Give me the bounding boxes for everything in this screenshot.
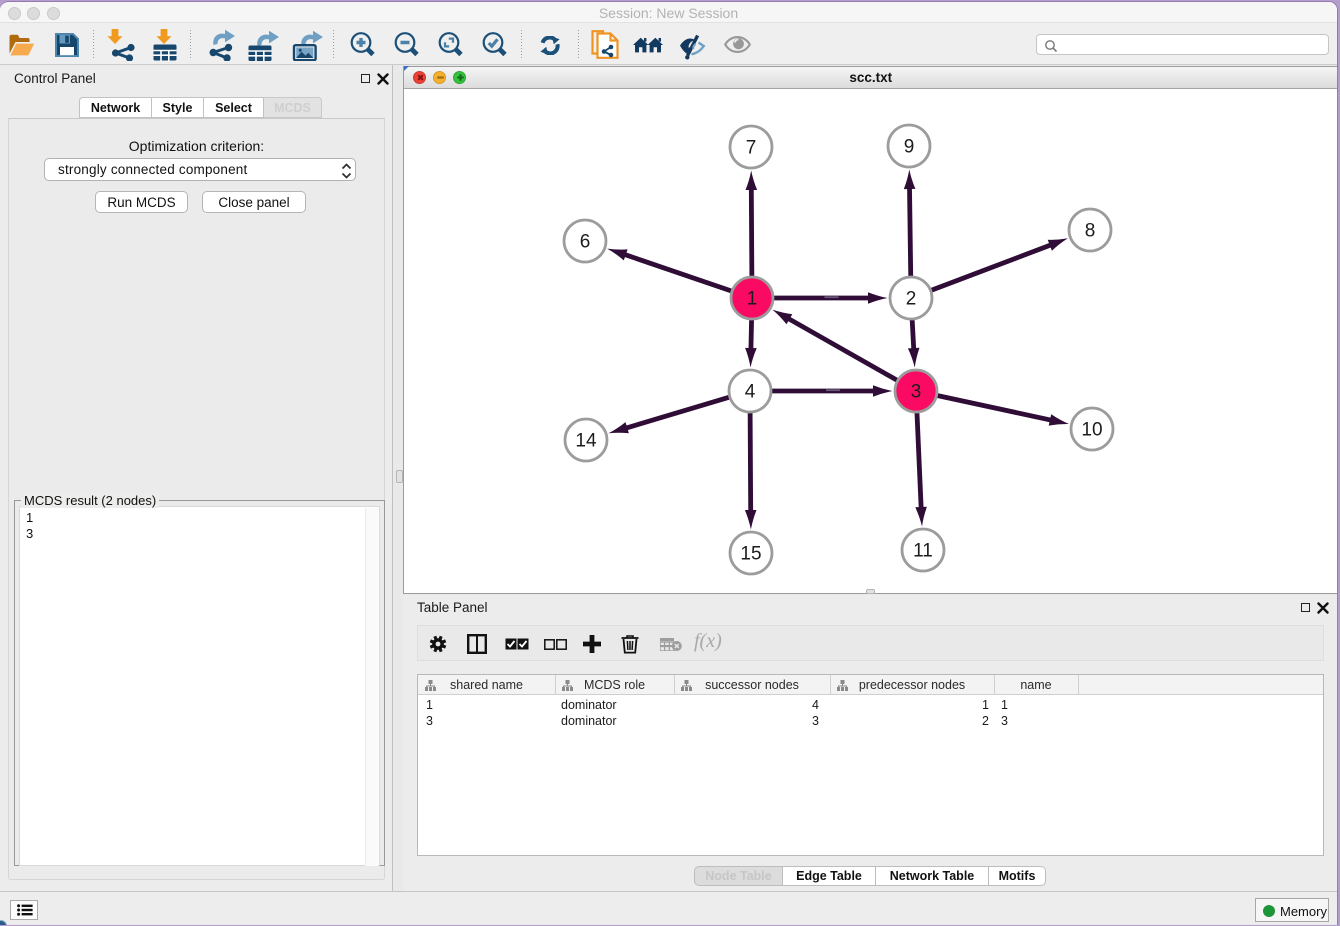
svg-text:4: 4: [745, 381, 756, 402]
svg-text:8: 8: [1085, 220, 1096, 241]
svg-text:14: 14: [575, 430, 597, 451]
svg-text:3: 3: [911, 381, 922, 402]
svg-text:10: 10: [1081, 419, 1102, 440]
svg-text:6: 6: [580, 231, 591, 252]
svg-text:9: 9: [904, 136, 915, 157]
svg-text:1: 1: [747, 288, 758, 309]
svg-text:15: 15: [740, 543, 761, 564]
svg-text:11: 11: [913, 540, 933, 561]
svg-text:7: 7: [746, 137, 757, 158]
svg-text:2: 2: [906, 288, 917, 309]
